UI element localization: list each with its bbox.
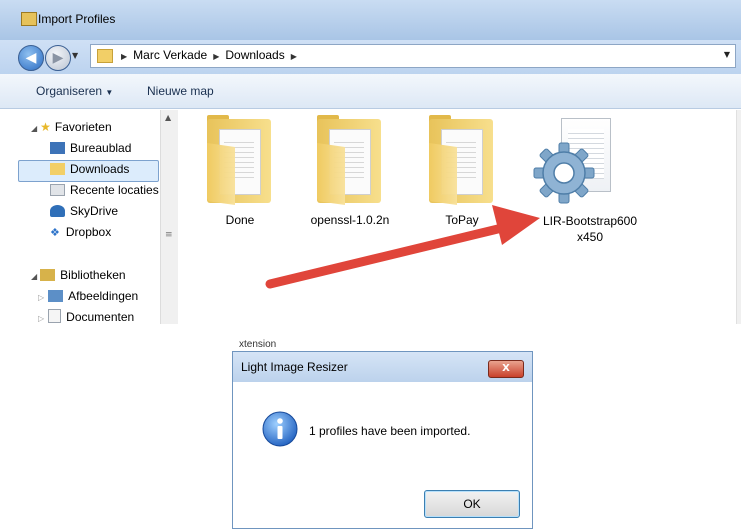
- chevron-down-icon: ▼: [105, 88, 114, 97]
- folder-icon[interactable]: [427, 115, 497, 207]
- desktop-icon: [50, 142, 65, 154]
- nav-label: Favorieten: [54, 120, 112, 134]
- back-button[interactable]: ◀: [18, 45, 44, 71]
- history-dropdown[interactable]: ▼: [72, 51, 78, 60]
- expand-arrow-icon: ▷: [38, 293, 45, 302]
- address-bar[interactable]: ▶ Marc Verkade ▶ Downloads ▶ ▼: [90, 44, 736, 68]
- close-button[interactable]: X: [488, 360, 524, 378]
- nav-item-recent[interactable]: Recente locaties: [50, 183, 159, 201]
- expand-triangle-icon: ◢: [31, 272, 38, 281]
- ok-button[interactable]: OK: [424, 490, 520, 518]
- nav-libraries[interactable]: ◢ Bibliotheken: [31, 268, 126, 286]
- nav-item-downloads[interactable]: Downloads: [50, 162, 129, 180]
- gear-icon: [533, 142, 595, 204]
- forward-button[interactable]: ▶: [45, 45, 71, 71]
- content-scrollbar[interactable]: [736, 110, 741, 324]
- cloud-icon: [50, 205, 65, 217]
- nav-label: Afbeeldingen: [68, 289, 139, 303]
- file-name[interactable]: openssl-1.0.2n: [300, 213, 400, 227]
- libraries-icon: [40, 269, 56, 281]
- chevron-right-icon: ▶: [121, 52, 128, 61]
- arrow-right-icon: ▶: [52, 50, 64, 66]
- window-title: Import Profiles: [38, 12, 116, 26]
- organize-label: Organiseren: [36, 84, 103, 98]
- breadcrumb: ▶ Marc Verkade ▶ Downloads ▶: [115, 48, 303, 62]
- organize-button[interactable]: Organiseren ▼: [36, 84, 113, 98]
- file-name[interactable]: ToPay: [432, 213, 492, 227]
- file-name[interactable]: Done: [210, 213, 270, 227]
- breadcrumb-item[interactable]: Marc Verkade: [133, 48, 207, 62]
- chevron-right-icon: ▶: [290, 52, 297, 61]
- nav-label: Bureaublad: [70, 141, 132, 155]
- nav-favorites[interactable]: ◢ ★ Favorieten: [31, 120, 112, 138]
- nav-item-pictures[interactable]: ▷ Afbeeldingen: [38, 289, 138, 307]
- file-name-line: LIR-Bootstrap600: [542, 214, 638, 228]
- nav-label: Downloads: [70, 162, 130, 176]
- nav-label: Dropbox: [65, 225, 112, 239]
- background-text: xtension: [239, 339, 277, 350]
- folder-icon: [97, 49, 113, 63]
- file-name[interactable]: LIR-Bootstrap600 x450: [535, 213, 645, 245]
- expand-triangle-icon: ◢: [31, 124, 38, 133]
- file-name-line: x450: [576, 230, 604, 244]
- title-bar[interactable]: Import Profiles: [0, 0, 741, 40]
- close-icon: X: [502, 363, 510, 374]
- dialog-title-bar[interactable]: Light Image Resizer X: [233, 352, 532, 382]
- chevron-right-icon: ▶: [213, 52, 220, 61]
- documents-icon: [48, 309, 62, 323]
- dialog-message: 1 profiles have been imported.: [309, 424, 471, 438]
- folder-icon[interactable]: [315, 115, 385, 207]
- nav-label: Recente locaties: [70, 183, 159, 197]
- info-icon: [262, 411, 298, 447]
- nav-label: Bibliotheken: [60, 268, 126, 282]
- breadcrumb-item[interactable]: Downloads: [225, 48, 284, 62]
- pictures-icon: [48, 290, 64, 302]
- nav-label: SkyDrive: [70, 204, 119, 218]
- config-file-icon[interactable]: [525, 112, 620, 212]
- explorer-window: Import Profiles ◀ ▶ ▼ ▶ Marc Verkade ▶ Down…: [0, 0, 741, 324]
- recent-places-icon: [50, 184, 65, 196]
- scroll-up-icon[interactable]: ▲: [165, 113, 171, 122]
- dialog-title: Light Image Resizer: [241, 360, 348, 374]
- address-dropdown[interactable]: ▼: [724, 50, 730, 59]
- nav-scrollbar[interactable]: ▲ ≡: [160, 110, 178, 324]
- nav-item-documents[interactable]: ▷ Documenten: [38, 309, 134, 324]
- folder-icon: [21, 12, 37, 26]
- nav-item-skydrive[interactable]: SkyDrive: [50, 204, 118, 222]
- nav-item-dropbox[interactable]: ❖ Dropbox: [50, 225, 111, 243]
- folder-icon[interactable]: [205, 115, 275, 207]
- scroll-thumb[interactable]: ≡: [165, 230, 173, 244]
- arrow-left-icon: ◀: [25, 50, 37, 66]
- message-dialog: Light Image Resizer X 1 profiles have be…: [232, 351, 533, 529]
- dropbox-icon: ❖: [50, 227, 60, 239]
- star-icon: ★: [40, 120, 51, 134]
- nav-item-desktop[interactable]: Bureaublad: [50, 141, 131, 159]
- nav-label: Documenten: [66, 310, 135, 324]
- expand-arrow-icon: ▷: [38, 314, 45, 323]
- new-folder-button[interactable]: Nieuwe map: [147, 84, 214, 98]
- downloads-folder-icon: [50, 163, 65, 175]
